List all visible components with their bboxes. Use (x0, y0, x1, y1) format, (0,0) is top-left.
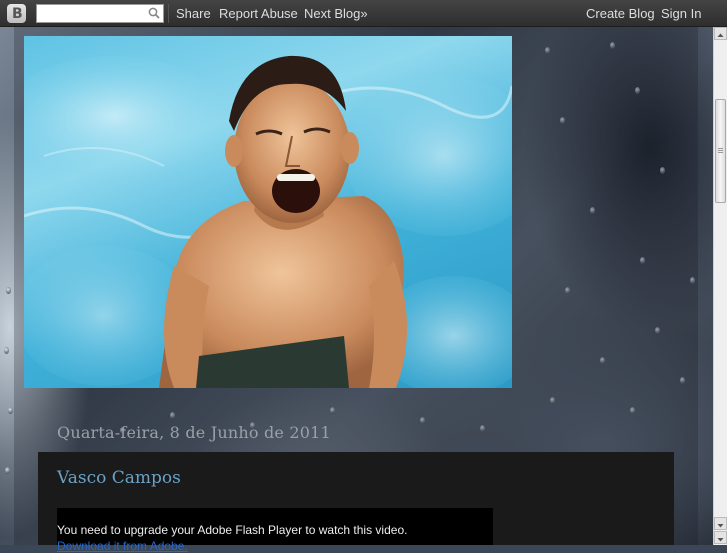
report-abuse-link[interactable]: Report Abuse (219, 6, 298, 21)
search-input[interactable] (36, 4, 164, 23)
create-blog-link[interactable]: Create Blog (586, 6, 655, 21)
scroll-thumb[interactable] (715, 99, 726, 203)
next-blog-link[interactable]: Next Blog» (304, 6, 368, 21)
blogger-logo-icon[interactable]: B (7, 4, 26, 23)
post-title-link[interactable]: Vasco Campos (57, 468, 181, 488)
arrow-down-icon (717, 538, 724, 542)
arrow-down-icon (717, 524, 724, 528)
scroll-down-button[interactable] (714, 517, 727, 530)
scroll-down-button-2[interactable] (714, 531, 727, 544)
header-photo-illustration (24, 55, 512, 388)
flash-upgrade-message: You need to upgrade your Adobe Flash Pla… (57, 523, 408, 537)
logo-letter: B (12, 6, 23, 22)
scroll-up-button[interactable] (714, 27, 727, 40)
nav-separator (168, 4, 169, 23)
arrow-up-icon (717, 33, 724, 37)
post-date-header: Quarta-feira, 8 de Junho de 2011 (57, 423, 331, 442)
vertical-scrollbar[interactable] (713, 27, 727, 545)
blog-header-image[interactable] (24, 36, 512, 388)
flash-download-link[interactable]: Download it from Adobe. (57, 539, 188, 553)
sign-in-link[interactable]: Sign In (661, 6, 701, 21)
share-link[interactable]: Share (176, 6, 211, 21)
blogger-navbar: B Share Report Abuse Next Blog» Create B… (0, 0, 727, 27)
search-icon[interactable] (148, 7, 160, 19)
